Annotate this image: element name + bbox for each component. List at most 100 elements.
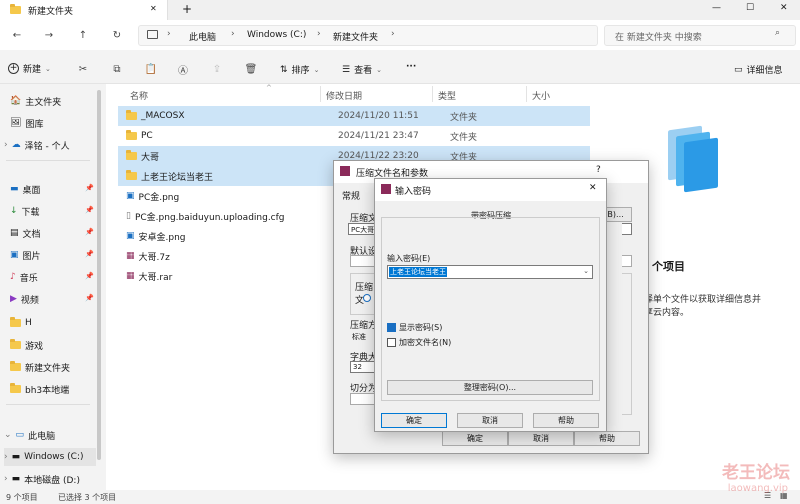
image-file-icon: ▣ [126, 191, 135, 201]
tab-bar: 新建文件夹 ✕ + — ☐ ✕ [0, 0, 800, 20]
nav-drive-c[interactable]: › ▬ Windows (C:) [4, 448, 96, 466]
nav-folder-new[interactable]: 新建文件夹 [10, 358, 70, 376]
refresh-icon[interactable]: ↻ [110, 28, 124, 42]
nav-downloads[interactable]: ↓ 下载 [10, 202, 40, 220]
profiles-field[interactable] [350, 255, 376, 267]
sort-icon: ⇅ [280, 64, 288, 75]
details-pane-button[interactable]: ▭ 详细信息 [734, 63, 783, 77]
image-file-icon: ▣ [126, 231, 135, 241]
tab-general[interactable]: 常规 [342, 189, 360, 202]
chevron-down-icon: ⌄ [313, 65, 320, 74]
view-label: 查看 [354, 66, 373, 76]
password-cancel-button[interactable]: 取消 [457, 413, 523, 428]
dict-size-select[interactable]: 32 [350, 361, 376, 373]
show-password-checkbox[interactable]: 显示密码(S) [387, 322, 442, 333]
sort-label: 排序 [291, 66, 310, 76]
maximize-button[interactable]: ☐ [746, 3, 754, 13]
nav-folder-games[interactable]: 游戏 [10, 336, 43, 354]
split-size-input[interactable] [350, 393, 376, 405]
folder-icon [10, 317, 21, 327]
minimize-button[interactable]: — [712, 3, 721, 13]
folder-icon [10, 339, 21, 349]
paste-icon[interactable]: 📋 [144, 62, 158, 76]
nav-scrollbar[interactable] [97, 90, 101, 460]
archive-icon: ▦ [126, 251, 135, 261]
file-icon: ▯ [126, 211, 131, 221]
watermark: 老王论坛 laowang.vip [680, 458, 800, 502]
divider [6, 160, 90, 161]
nav-home[interactable]: 🏠 主文件夹 [10, 92, 61, 110]
nav-gallery[interactable]: 🖼 图库 [10, 114, 43, 132]
profiles-dropdown[interactable] [622, 255, 632, 267]
archive-name-dropdown[interactable] [622, 223, 632, 235]
document-icon: ▤ [10, 228, 19, 238]
chevron-right-icon: › [4, 474, 8, 484]
password-dialog-titlebar: 输入密码 ✕ [375, 179, 606, 201]
column-name[interactable]: 名称 [130, 89, 148, 102]
password-input[interactable]: 上老王论坛当老王 ⌄ [387, 265, 593, 279]
archive-help-button[interactable]: 帮助 [574, 431, 640, 446]
list-header: 名称 ^ 修改日期 类型 大小 [106, 84, 590, 104]
folder-icon [10, 361, 21, 371]
column-type[interactable]: 类型 [438, 89, 456, 102]
forward-arrow-icon[interactable]: → [42, 28, 56, 42]
pin-icon: 📌 [85, 206, 94, 214]
archive-cancel-button[interactable]: 取消 [508, 431, 574, 446]
new-tab-button[interactable]: + [182, 2, 192, 16]
search-icon: ⌕ [775, 28, 781, 38]
sort-caret-icon: ^ [266, 84, 272, 92]
close-icon[interactable]: ✕ [150, 4, 157, 13]
breadcrumb-drive[interactable]: Windows (C:) [247, 30, 306, 40]
format-label: 压缩文 [355, 283, 374, 306]
chevron-down-icon: ⌄ [376, 65, 382, 74]
cut-icon[interactable]: ✂ [76, 62, 90, 76]
nav-this-pc[interactable]: ⌄ ▭ 此电脑 [4, 426, 55, 444]
rename-icon[interactable]: Ⓐ [176, 62, 190, 77]
password-help-button[interactable]: 帮助 [533, 413, 599, 428]
method-value[interactable]: 标准 [352, 332, 366, 342]
nav-documents[interactable]: ▤ 文档 [10, 224, 41, 242]
nav-onedrive[interactable]: › ☁ 泽铭 - 个人 [4, 136, 70, 154]
archive-name-input[interactable]: PC大哥 [348, 223, 376, 235]
new-button[interactable]: + 新建 ⌄ [8, 62, 51, 75]
nav-folder-h[interactable]: H [10, 314, 32, 332]
drive-icon: ▬ [11, 474, 21, 484]
nav-pictures[interactable]: ▣ 图片 [10, 246, 41, 264]
archive-ok-button[interactable]: 确定 [442, 431, 508, 446]
checkbox-checked-icon [387, 323, 396, 332]
breadcrumb-pc[interactable]: 此电脑 [189, 30, 216, 43]
share-icon[interactable]: ⇪ [210, 62, 224, 76]
nav-desktop[interactable]: ▬ 桌面 [10, 180, 41, 198]
nav-folder-bh3[interactable]: bh3本地端 [10, 380, 69, 398]
nav-music[interactable]: ♪ 音乐 [10, 268, 38, 286]
back-arrow-icon[interactable]: ← [10, 28, 24, 42]
help-icon[interactable]: ? [596, 165, 601, 175]
column-size[interactable]: 大小 [532, 89, 550, 102]
address-bar[interactable]: › 此电脑 › Windows (C:) › 新建文件夹 › [138, 25, 598, 46]
copy-icon[interactable]: ⧉ [110, 62, 124, 76]
window-close-button[interactable]: ✕ [780, 3, 788, 13]
nav-videos[interactable]: ▶ 视频 [10, 290, 39, 308]
chevron-right-icon: › [4, 140, 8, 150]
folder-icon [126, 150, 137, 160]
tab-current[interactable]: 新建文件夹 ✕ [0, 0, 168, 20]
winrar-icon [381, 184, 391, 194]
column-date[interactable]: 修改日期 [326, 89, 362, 102]
up-arrow-icon[interactable]: ↑ [76, 28, 90, 42]
sort-button[interactable]: ⇅ 排序 ⌄ [280, 63, 320, 77]
view-button[interactable]: ☰ 查看 ⌄ [342, 63, 382, 77]
manage-passwords-button[interactable]: 整理密码(O)... [387, 380, 593, 395]
search-input[interactable]: 在 新建文件夹 中搜索 ⌕ [604, 25, 796, 46]
format-radio[interactable] [363, 294, 371, 302]
breadcrumb-folder[interactable]: 新建文件夹 [333, 30, 378, 43]
new-label: 新建 [23, 65, 42, 75]
monitor-icon [147, 30, 158, 39]
nav-drive-d[interactable]: › ▬ 本地磁盘 (D:) [4, 470, 80, 488]
more-options-button[interactable]: ··· [406, 62, 416, 72]
encrypt-filenames-checkbox[interactable]: 加密文件名(N) [387, 337, 451, 348]
password-ok-button[interactable]: 确定 [381, 413, 447, 428]
delete-icon[interactable]: 🗑 [244, 62, 258, 76]
password-dialog: 输入密码 ✕ 带密码压缩 输入密码(E) 上老王论坛当老王 ⌄ 显示密码(S) … [374, 178, 607, 432]
close-icon[interactable]: ✕ [589, 183, 597, 193]
pin-icon: 📌 [85, 294, 94, 302]
